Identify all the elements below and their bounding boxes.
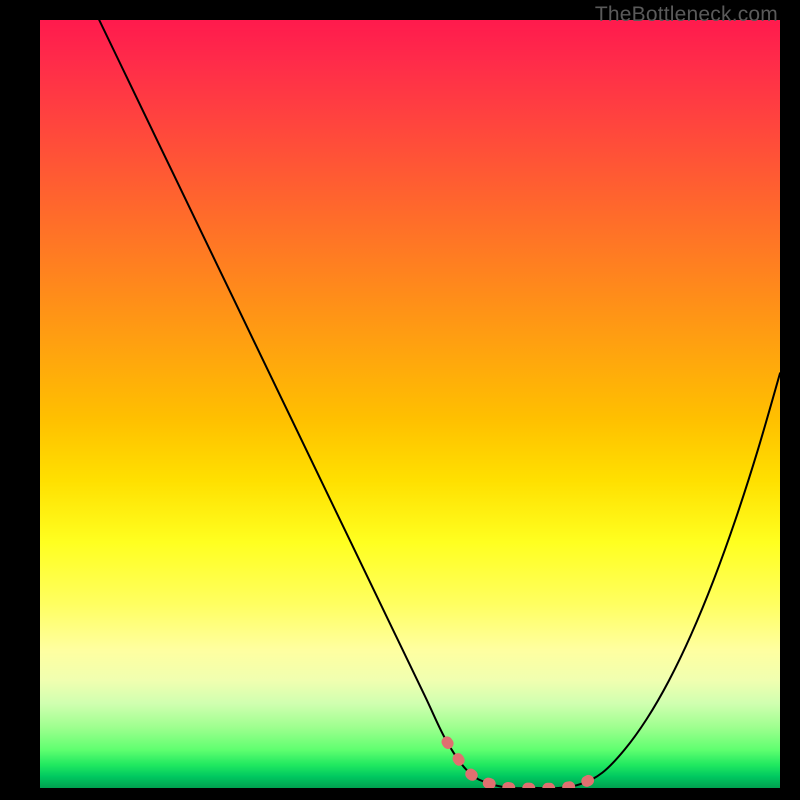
watermark-text: TheBottleneck.com — [595, 3, 778, 27]
chart-area — [40, 20, 780, 788]
main-curve — [99, 20, 780, 788]
plot-svg — [40, 20, 780, 788]
flat-highlight-curve — [447, 742, 602, 788]
